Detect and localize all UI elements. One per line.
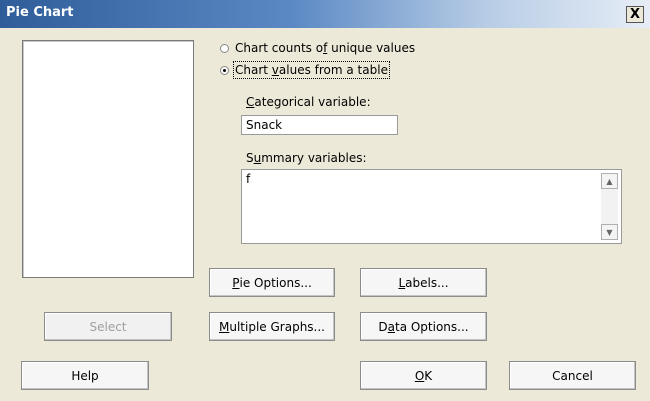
categorical-variable-label: Categorical variable: — [246, 95, 371, 109]
close-icon: X — [629, 7, 641, 22]
radio-button-icon[interactable] — [220, 43, 229, 53]
ok-button[interactable]: OK — [360, 361, 487, 390]
radio-button-selected-icon[interactable] — [220, 65, 229, 75]
scroll-up-icon[interactable]: ▲ — [601, 173, 618, 189]
summary-scrollbar[interactable]: ▲ ▼ — [601, 173, 618, 240]
pie-chart-dialog: Pie Chart X Chart counts of unique value… — [0, 0, 650, 401]
select-button[interactable]: Select — [44, 312, 172, 341]
radio-chart-values-label: Chart values from a table — [233, 61, 390, 79]
categorical-variable-input[interactable]: Snack — [241, 115, 398, 135]
cancel-button-label: Cancel — [552, 368, 593, 383]
summary-variables-input[interactable]: f ▲ ▼ — [241, 169, 622, 244]
pie-options-button[interactable]: Pie Options... — [209, 268, 335, 297]
radio-chart-values[interactable]: Chart values from a table — [220, 61, 390, 79]
scroll-down-icon[interactable]: ▼ — [601, 224, 618, 240]
help-button-label: Help — [71, 368, 99, 383]
radio-chart-counts[interactable]: Chart counts of unique values — [220, 41, 415, 55]
radio-chart-counts-label: Chart counts of unique values — [235, 41, 416, 55]
multiple-graphs-button[interactable]: Multiple Graphs... — [209, 312, 335, 341]
help-button[interactable]: Help — [21, 361, 149, 390]
cancel-button[interactable]: Cancel — [509, 361, 636, 390]
title-bar: Pie Chart X — [0, 0, 650, 28]
summary-variables-label: Summary variables: — [246, 151, 367, 165]
summary-variables-value: f — [246, 172, 251, 186]
data-options-button[interactable]: Da ta Options... — [360, 312, 487, 341]
close-button[interactable]: X — [626, 6, 644, 23]
labels-button[interactable]: Labels... — [360, 268, 487, 297]
variables-listbox[interactable] — [22, 40, 194, 278]
select-button-label: Select — [89, 319, 127, 334]
window-title: Pie Chart — [6, 5, 74, 20]
